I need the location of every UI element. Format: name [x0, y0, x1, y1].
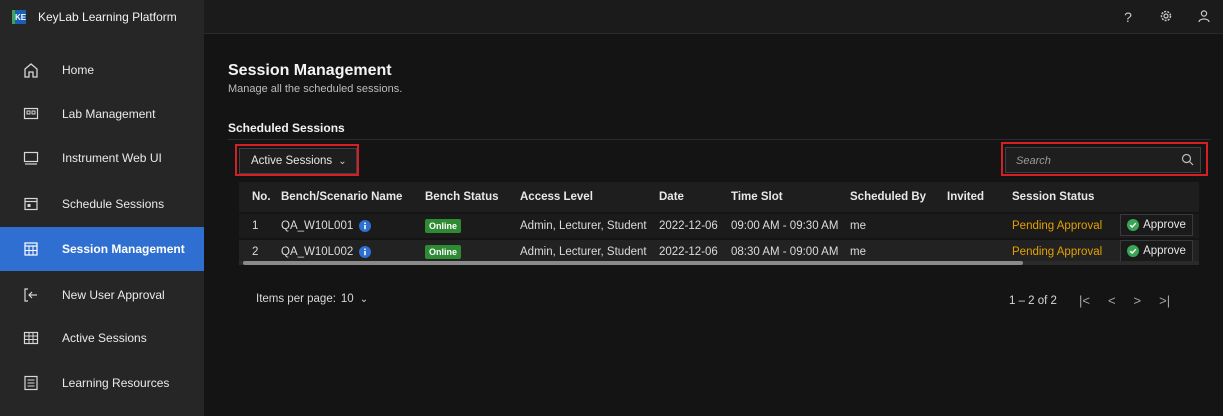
column-header[interactable]: Access Level: [520, 182, 593, 212]
chevron-down-icon: ⌄: [338, 155, 347, 167]
check-circle-icon: [1127, 219, 1140, 231]
app-title: KeyLab Learning Platform: [38, 10, 177, 24]
status-badge: Online: [425, 219, 462, 233]
top-icons: ?: [1109, 0, 1223, 34]
sidebar-item-label: Schedule Sessions: [62, 197, 165, 211]
approve-label: Approve: [1143, 245, 1186, 257]
sidebar-item-session-management[interactable]: Session Management: [0, 227, 204, 271]
column-header[interactable]: Session Status: [1012, 182, 1094, 212]
bench-status: Online: [425, 214, 462, 238]
sidebar-item-lab-management[interactable]: Lab Management: [0, 92, 204, 136]
date: 2022-12-06: [659, 220, 718, 232]
time-slot: 09:00 AM - 09:30 AM: [731, 220, 839, 232]
search-input[interactable]: [1014, 152, 1178, 170]
sidebar-item-label: Home: [62, 63, 95, 77]
search-icon[interactable]: [1181, 153, 1194, 169]
bench-name: QA_W10L001: [281, 214, 372, 238]
main-content: Session Management Manage all the schedu…: [204, 34, 1223, 416]
sidebar-item-active-sessions[interactable]: Active Sessions: [0, 316, 204, 360]
next-page-icon[interactable]: >: [1134, 293, 1142, 308]
approve-label: Approve: [1143, 219, 1186, 231]
sessions-table: No. Bench/Scenario Name Bench Status Acc…: [239, 182, 1199, 265]
column-header[interactable]: Time Slot: [731, 182, 783, 212]
sidebar-item-label: Active Sessions: [62, 331, 147, 345]
previous-page-icon[interactable]: <: [1108, 293, 1116, 308]
app-logo: KE: [12, 10, 26, 24]
info-icon[interactable]: [359, 246, 372, 258]
calendar-grid-icon: [20, 241, 42, 257]
sidebar-item-label: Session Management: [62, 242, 185, 256]
page-subtitle: Manage all the scheduled sessions.: [228, 83, 403, 95]
sidebar-item-instrument-web-ui[interactable]: Instrument Web UI: [0, 136, 204, 180]
sidebar-item-schedule-sessions[interactable]: Schedule Sessions: [0, 182, 204, 226]
filter-label: Active Sessions: [251, 155, 333, 167]
items-per-page-label: Items per page:: [256, 293, 336, 305]
user-login-icon: [20, 287, 42, 303]
session-status: Pending Approval: [1012, 220, 1103, 232]
section-title: Scheduled Sessions: [228, 121, 345, 135]
scheduled-by: me: [850, 220, 866, 232]
status-badge: Online: [425, 245, 462, 259]
sidebar-item-learning-resources[interactable]: Learning Resources: [0, 361, 204, 405]
table-header: No. Bench/Scenario Name Bench Status Acc…: [239, 182, 1199, 212]
calendar-icon: [20, 196, 42, 212]
column-header[interactable]: No.: [252, 182, 271, 212]
info-icon[interactable]: [359, 220, 372, 232]
sidebar-item-home[interactable]: Home: [0, 48, 204, 92]
search-box[interactable]: [1005, 147, 1201, 173]
row-number: 1: [252, 220, 259, 232]
column-header[interactable]: Date: [659, 182, 684, 212]
last-page-icon[interactable]: >|: [1159, 293, 1170, 308]
sidebar-item-label: Learning Resources: [62, 376, 170, 390]
items-per-page-value[interactable]: 10: [341, 293, 354, 305]
session-filter-dropdown[interactable]: Active Sessions ⌄: [239, 148, 357, 174]
home-icon: [20, 62, 42, 78]
top-bar: KE KeyLab Learning Platform ?: [0, 0, 1223, 34]
sidebar-item-label: Instrument Web UI: [62, 151, 162, 165]
column-header[interactable]: Invited: [947, 182, 984, 212]
sidebar: Home Lab Management Instrument Web UI Sc…: [0, 34, 204, 416]
scrollbar-thumb[interactable]: [243, 261, 1023, 265]
chevron-down-icon[interactable]: ⌄: [360, 294, 368, 305]
book-icon: [20, 375, 42, 391]
page-title: Session Management: [228, 62, 392, 79]
column-header[interactable]: Bench/Scenario Name: [281, 182, 402, 212]
approve-button[interactable]: Approve: [1120, 214, 1193, 236]
check-circle-icon: [1127, 245, 1140, 257]
gear-icon[interactable]: [1147, 9, 1185, 26]
column-header[interactable]: Bench Status: [425, 182, 499, 212]
user-icon[interactable]: [1185, 9, 1223, 26]
table-row: 1 QA_W10L001 Online Admin, Lecturer, Stu…: [239, 214, 1199, 238]
column-header[interactable]: Scheduled By: [850, 182, 926, 212]
sidebar-item-label: Lab Management: [62, 107, 156, 121]
sidebar-item-new-user-approval[interactable]: New User Approval: [0, 273, 204, 317]
sidebar-item-label: New User Approval: [62, 288, 165, 302]
pagination: 1 – 2 of 2 |< < > >|: [1009, 293, 1170, 308]
horizontal-scrollbar[interactable]: [239, 261, 1199, 265]
items-per-page[interactable]: Items per page: 10 ⌄: [256, 293, 368, 305]
brand: KE KeyLab Learning Platform: [0, 0, 204, 34]
access-level: Admin, Lecturer, Student: [520, 220, 647, 232]
approve-button[interactable]: Approve: [1120, 240, 1193, 262]
page-range: 1 – 2 of 2: [1009, 294, 1057, 307]
divider: [228, 139, 1211, 140]
bench-name-text: QA_W10L001: [281, 220, 354, 232]
help-icon[interactable]: ?: [1109, 9, 1147, 25]
table-icon: [20, 330, 42, 346]
bench-name-text: QA_W10L002: [281, 246, 354, 258]
lab-icon: [20, 106, 42, 122]
monitor-icon: [20, 150, 42, 166]
first-page-icon[interactable]: |<: [1079, 293, 1090, 308]
